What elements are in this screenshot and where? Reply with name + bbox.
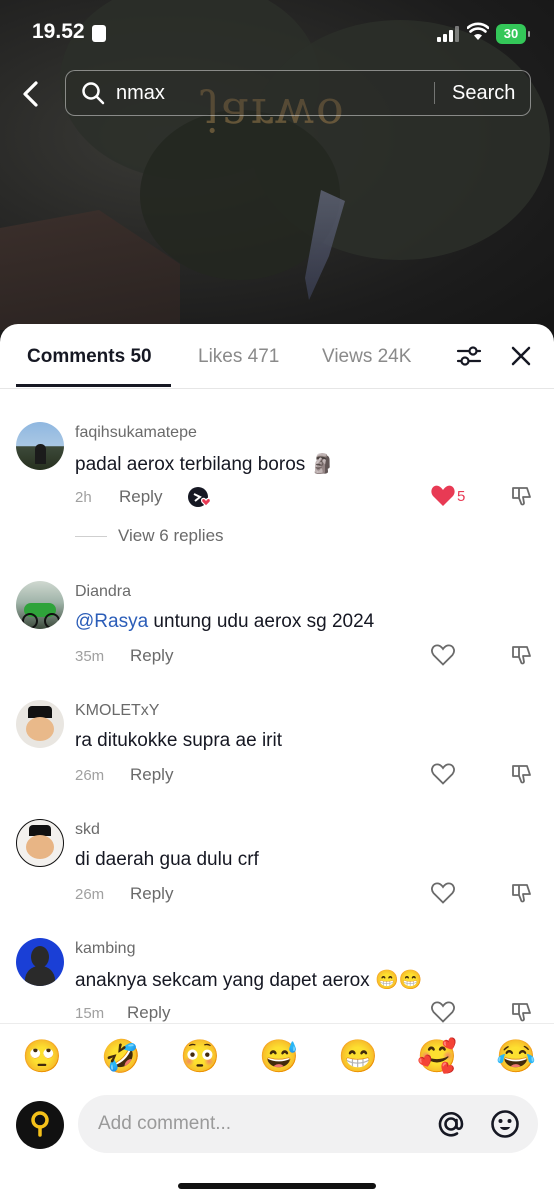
emoji-grin[interactable]: 😁 xyxy=(338,1038,378,1074)
avatar[interactable] xyxy=(16,581,64,629)
like-heart-icon[interactable] xyxy=(430,881,456,905)
creator-liked-badge xyxy=(188,487,211,507)
emoji-rofl[interactable]: 🤣 xyxy=(101,1038,141,1074)
comment-text: di daerah gua dulu crf xyxy=(75,849,259,870)
search-divider xyxy=(434,82,435,104)
search-button[interactable]: Search xyxy=(452,82,515,105)
comment-username[interactable]: Diandra xyxy=(75,583,131,601)
comment-text: @Rasya untung udu aerox sg 2024 xyxy=(75,611,374,633)
reply-button[interactable]: Reply xyxy=(130,765,173,785)
search-icon xyxy=(82,82,105,105)
emoji-smiling-hearts[interactable]: 🥰 xyxy=(417,1038,457,1074)
emoji-joy[interactable]: 😂 xyxy=(496,1038,536,1074)
active-tab-underline xyxy=(16,384,171,387)
user-mention[interactable]: @Rasya xyxy=(75,611,148,632)
search-bar[interactable]: nmax Search xyxy=(65,70,531,116)
comment-input-placeholder: Add comment... xyxy=(98,1113,232,1134)
comment-username[interactable]: KMOLETxY xyxy=(75,702,159,720)
comment-time: 26m xyxy=(75,886,105,903)
replies-line xyxy=(75,536,107,537)
tab-comments[interactable]: Comments 50 xyxy=(27,346,152,368)
emoji-eye-roll[interactable]: 🙄 xyxy=(22,1038,62,1074)
comment-time: 35m xyxy=(75,648,105,665)
like-heart-icon[interactable] xyxy=(430,1000,456,1024)
emoji-flushed[interactable]: 😳 xyxy=(180,1038,220,1074)
mention-at-icon[interactable] xyxy=(436,1109,466,1139)
comment-text: anaknya sekcam yang dapet aerox 😁😁 xyxy=(75,970,423,991)
dislike-icon[interactable] xyxy=(510,484,534,508)
sheet-tabs: Comments 50 Likes 471 Views 24K xyxy=(0,324,554,389)
reply-button[interactable]: Reply xyxy=(130,646,173,666)
comment-time: 15m xyxy=(75,1005,105,1022)
comment-composer: Add comment... xyxy=(0,1093,554,1200)
dislike-icon[interactable] xyxy=(510,881,534,905)
home-indicator xyxy=(178,1183,376,1189)
comment-username[interactable]: faqihsukamatepe xyxy=(75,424,197,442)
reply-button[interactable]: Reply xyxy=(119,487,162,507)
comment-time: 26m xyxy=(75,767,105,784)
comment-text: padal aerox terbilang boros 🗿 xyxy=(75,454,335,475)
filter-sliders-icon[interactable] xyxy=(456,344,482,368)
dislike-icon[interactable] xyxy=(510,643,534,667)
like-count: 5 xyxy=(457,488,466,505)
comment-text: ra ditukokke supra ae irit xyxy=(75,730,282,751)
emoji-picker-icon[interactable] xyxy=(490,1109,520,1139)
avatar-logo-icon xyxy=(31,1111,49,1137)
avatar[interactable] xyxy=(16,422,64,470)
dislike-icon[interactable] xyxy=(510,762,534,786)
comment-text-body: untung udu aerox sg 2024 xyxy=(148,611,375,632)
cellular-signal-icon xyxy=(437,26,459,42)
like-heart-icon[interactable] xyxy=(430,762,456,786)
tab-likes[interactable]: Likes 471 xyxy=(198,346,279,368)
id-card-icon xyxy=(92,25,106,42)
battery-indicator: 30 xyxy=(496,24,530,44)
tab-views[interactable]: Views 24K xyxy=(322,346,411,368)
my-avatar[interactable] xyxy=(16,1101,64,1149)
comment-time: 2h xyxy=(75,489,92,506)
view-replies-button[interactable]: View 6 replies xyxy=(75,526,275,548)
comment-input[interactable]: Add comment... xyxy=(78,1095,538,1153)
reply-button[interactable]: Reply xyxy=(130,884,173,904)
like-heart-filled-icon[interactable] xyxy=(430,484,456,508)
quick-emoji-bar: 🙄 🤣 😳 😅 😁 🥰 😂 xyxy=(0,1023,554,1094)
avatar[interactable] xyxy=(16,938,64,986)
back-arrow-icon[interactable] xyxy=(18,78,46,110)
search-query[interactable]: nmax xyxy=(116,82,165,105)
status-time: 19.52 xyxy=(32,20,85,43)
dislike-icon[interactable] xyxy=(510,1000,534,1024)
avatar[interactable] xyxy=(16,819,64,867)
reply-button[interactable]: Reply xyxy=(127,1003,170,1023)
comment-username[interactable]: kambing xyxy=(75,940,135,958)
comment-username[interactable]: skd xyxy=(75,821,100,839)
view-replies-label[interactable]: View 6 replies xyxy=(118,526,224,546)
status-bar: 19.52 30 xyxy=(0,0,554,64)
close-icon[interactable] xyxy=(509,344,533,368)
like-heart-icon[interactable] xyxy=(430,643,456,667)
avatar[interactable] xyxy=(16,700,64,748)
emoji-sweat-smile[interactable]: 😅 xyxy=(259,1038,299,1074)
wifi-icon xyxy=(467,22,489,40)
